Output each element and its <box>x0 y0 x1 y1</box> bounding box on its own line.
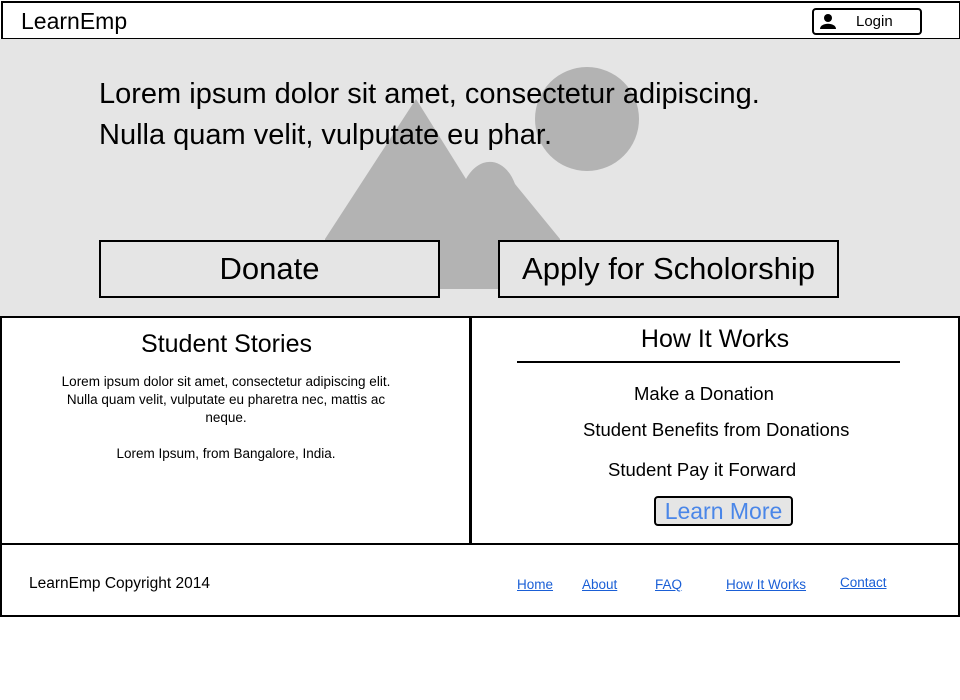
how-it-works-title: How It Works <box>640 325 790 353</box>
footer-link-home[interactable]: Home <box>517 576 553 594</box>
footer-link-how-it-works[interactable]: How It Works <box>726 576 806 594</box>
student-stories-title: Student Stories <box>141 330 312 358</box>
hero-banner: Lorem ipsum dolor sit amet, consectetur … <box>0 39 960 316</box>
step-pay-it-forward: Student Pay it Forward <box>608 459 797 480</box>
hero-headline-line-1: Lorem ipsum dolor sit amet, consectetur … <box>99 78 760 110</box>
footer-link-faq[interactable]: FAQ <box>655 576 682 594</box>
footer-link-contact[interactable]: Contact <box>840 574 887 592</box>
donate-button[interactable]: Donate <box>99 240 440 298</box>
how-it-works-panel: How It Works Make a Donation Student Ben… <box>470 316 960 545</box>
login-button[interactable]: Login <box>812 8 922 35</box>
brand-logo-text[interactable]: LearnEmp <box>21 7 127 35</box>
student-story-text: Lorem ipsum dolor sit amet, consectetur … <box>61 374 391 425</box>
student-stories-panel: Student Stories Lorem ipsum dolor sit am… <box>0 316 471 545</box>
step-student-benefits: Student Benefits from Donations <box>583 419 850 440</box>
hero-headline-line-2: Nulla quam velit, vulputate eu phar. <box>99 119 552 151</box>
apply-scholarship-button[interactable]: Apply for Scholorship <box>498 240 839 298</box>
step-make-donation: Make a Donation <box>634 383 774 404</box>
footer: LearnEmp Copyright 2014 Home About FAQ H… <box>0 543 960 617</box>
title-divider <box>517 361 900 363</box>
learn-more-button[interactable]: Learn More <box>654 496 793 526</box>
hero-headline: Lorem ipsum dolor sit amet, consectetur … <box>99 74 859 156</box>
top-header: LearnEmp Login <box>1 1 960 40</box>
footer-link-about[interactable]: About <box>582 576 617 594</box>
login-label: Login <box>856 13 893 30</box>
student-story-attribution: Lorem Ipsum, from Bangalore, India. <box>116 446 336 461</box>
copyright-text: LearnEmp Copyright 2014 <box>29 575 210 592</box>
user-icon <box>820 14 836 29</box>
